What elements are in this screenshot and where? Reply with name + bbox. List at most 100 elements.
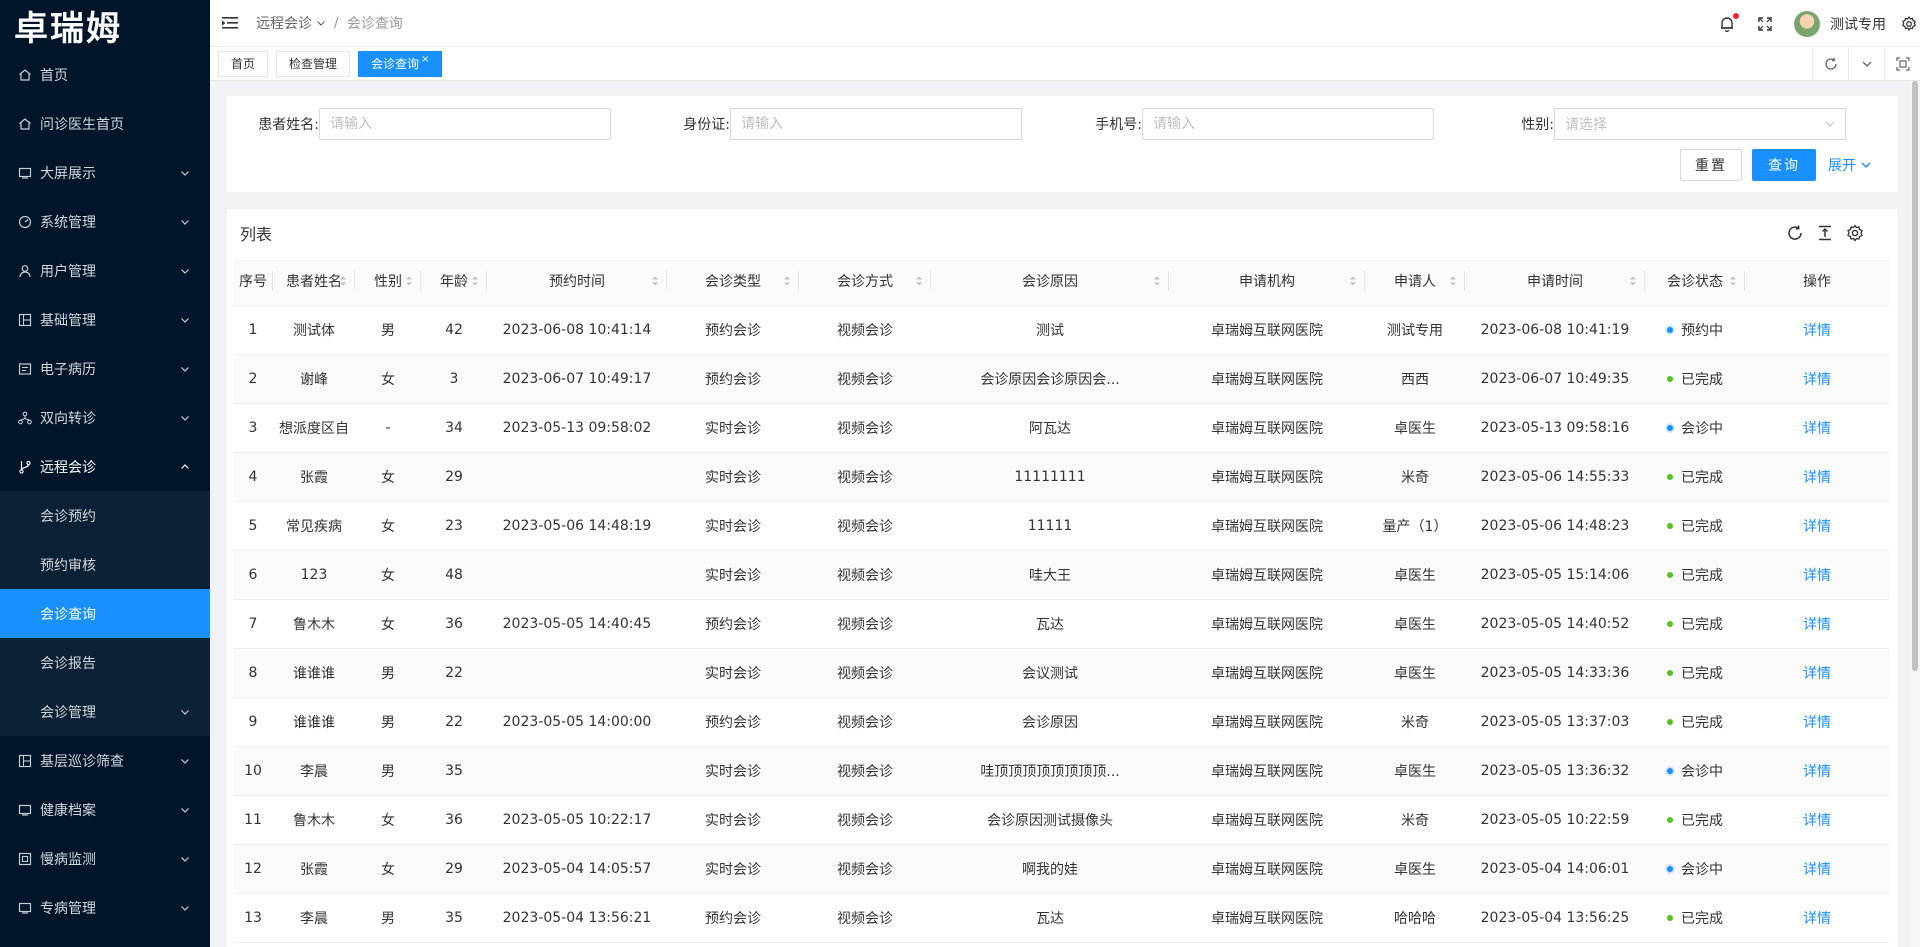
cell-action: 详情	[1745, 844, 1889, 894]
username[interactable]: 测试专用	[1830, 14, 1886, 34]
sidebar-item-3[interactable]: 专病管理	[0, 883, 210, 932]
column-header-1[interactable]: 患者姓名	[273, 257, 355, 306]
column-header-3[interactable]: 年龄	[421, 257, 487, 306]
monitor-icon	[18, 852, 32, 866]
sort-icon[interactable]	[471, 275, 479, 287]
sidebar-item-7[interactable]: 双向转诊	[0, 393, 210, 442]
expand-toggle[interactable]: 展开	[1828, 149, 1872, 181]
sidebar-item-label: 用户管理	[40, 263, 96, 280]
submenu-item-0[interactable]: 会诊预约	[0, 491, 210, 540]
column-header-5[interactable]: 会诊类型	[667, 257, 799, 306]
avatar[interactable]	[1794, 10, 1820, 37]
detail-link[interactable]: 详情	[1803, 617, 1831, 633]
tab-2[interactable]: 会诊查询 ×	[358, 50, 443, 77]
detail-link[interactable]: 详情	[1803, 568, 1831, 584]
home-icon	[18, 117, 32, 131]
detail-link[interactable]: 详情	[1803, 862, 1831, 878]
menu-fold-icon[interactable]	[222, 16, 238, 30]
sidebar-item-0[interactable]: 基层巡诊筛查	[0, 736, 210, 785]
tab-1[interactable]: 检查管理	[276, 50, 351, 77]
dashboard-icon	[18, 215, 32, 229]
submenu-item-1[interactable]: 预约审核	[0, 540, 210, 589]
sort-icon[interactable]	[1349, 275, 1357, 287]
id-card-input[interactable]	[730, 108, 1022, 140]
detail-link[interactable]: 详情	[1803, 323, 1831, 339]
cell-reason: 阿瓦达	[931, 403, 1169, 453]
detail-link[interactable]: 详情	[1803, 813, 1831, 829]
phone-input[interactable]	[1142, 108, 1434, 140]
gear-icon[interactable]	[1900, 15, 1918, 33]
detail-link[interactable]: 详情	[1803, 715, 1831, 731]
bell-icon[interactable]	[1718, 12, 1739, 33]
sort-icon[interactable]	[783, 275, 791, 287]
chevron-down-icon[interactable]	[1848, 47, 1884, 80]
density-icon[interactable]	[1815, 223, 1835, 243]
sort-icon[interactable]	[651, 275, 659, 287]
column-header-8[interactable]: 申请机构	[1169, 257, 1365, 306]
sort-icon[interactable]	[405, 275, 413, 287]
cell-gender: -	[355, 403, 421, 453]
detail-link[interactable]: 详情	[1803, 519, 1831, 535]
sidebar-item-1[interactable]: 健康档案	[0, 785, 210, 834]
phone-label: 手机号:	[1095, 117, 1142, 133]
sort-icon[interactable]	[1153, 275, 1161, 287]
sidebar-item-8[interactable]: 远程会诊	[0, 442, 210, 491]
table-row: 6 123 女 48 实时会诊 视频会诊 哇大王 卓瑞姆互联网医院 卓医生 2023-05-05 …	[233, 550, 1889, 600]
sidebar-item-0[interactable]: 首页	[0, 50, 210, 99]
cell-name: 常见疾病	[273, 501, 355, 551]
detail-link[interactable]: 详情	[1803, 372, 1831, 388]
detail-link[interactable]: 详情	[1803, 666, 1831, 682]
column-settings-icon[interactable]	[1845, 223, 1865, 243]
refresh-icon[interactable]	[1785, 223, 1805, 243]
name-input[interactable]	[319, 108, 611, 140]
detail-link[interactable]: 详情	[1803, 470, 1831, 486]
submenu-item-3[interactable]: 会诊报告	[0, 638, 210, 687]
sidebar-item-3[interactable]: 系统管理	[0, 197, 210, 246]
sidebar-item-2[interactable]: 慢病监测	[0, 834, 210, 883]
chevron-down-icon	[180, 903, 190, 913]
sort-icon[interactable]	[915, 275, 923, 287]
detail-link[interactable]: 详情	[1803, 911, 1831, 927]
cell-type: 预约会诊	[667, 697, 799, 747]
sidebar-item-6[interactable]: 电子病历	[0, 344, 210, 393]
gender-select[interactable]: 请选择	[1554, 108, 1846, 140]
cell-status: 已完成	[1645, 697, 1745, 747]
cell-type: 实时会诊	[667, 550, 799, 600]
column-header-7[interactable]: 会诊原因	[931, 257, 1169, 306]
scrollbar-thumb[interactable]	[1912, 81, 1918, 671]
column-header-11[interactable]: 会诊状态	[1645, 257, 1745, 306]
detail-link[interactable]: 详情	[1803, 764, 1831, 780]
column-header-10[interactable]: 申请时间	[1465, 257, 1645, 306]
cell-no: 4	[233, 452, 273, 502]
consultation-table: 序号 患者姓名 性别 年龄 预约时间 会诊类型 会诊方式 会诊原因 申请机构 申请人 申请时间 会诊状…	[233, 257, 1889, 943]
detail-link[interactable]: 详情	[1803, 421, 1831, 437]
refresh-tab-icon[interactable]	[1812, 47, 1848, 80]
sort-icon[interactable]	[1629, 275, 1637, 287]
submenu-item-4[interactable]: 会诊管理	[0, 687, 210, 736]
reset-button[interactable]: 重置	[1680, 149, 1742, 181]
sidebar-item-5[interactable]: 基础管理	[0, 295, 210, 344]
sort-icon[interactable]	[339, 275, 347, 287]
column-header-2[interactable]: 性别	[355, 257, 421, 306]
cell-name: 鲁木木	[273, 795, 355, 845]
table-row: 12 张霞女 29 2023-05-04 14:05:57 实时会诊 视频会诊 啊我的娃 卓瑞…	[233, 844, 1889, 894]
page-scrollbar[interactable]	[1910, 81, 1920, 947]
sort-icon[interactable]	[1449, 275, 1457, 287]
sidebar-item-1[interactable]: 问诊医生首页	[0, 99, 210, 148]
sidebar-item-2[interactable]: 大屏展示	[0, 148, 210, 197]
expand-label: 展开	[1828, 158, 1856, 174]
column-header-9[interactable]: 申请人	[1365, 257, 1465, 306]
column-header-6[interactable]: 会诊方式	[799, 257, 931, 306]
submenu-item-2[interactable]: 会诊查询	[0, 589, 210, 638]
query-button[interactable]: 查询	[1752, 149, 1816, 181]
tab-0[interactable]: 首页	[218, 50, 269, 77]
maximize-icon[interactable]	[1884, 47, 1920, 80]
sidebar-item-4[interactable]: 用户管理	[0, 246, 210, 295]
fullscreen-icon[interactable]	[1756, 15, 1774, 33]
sort-icon[interactable]	[1729, 275, 1737, 287]
breadcrumb-parent[interactable]: 远程会诊	[256, 13, 312, 33]
column-header-4[interactable]: 预约时间	[487, 257, 667, 306]
status-text: 已完成	[1681, 812, 1723, 829]
close-icon[interactable]: ×	[421, 54, 429, 65]
cell-appt: 2023-05-13 09:58:02	[487, 403, 667, 453]
